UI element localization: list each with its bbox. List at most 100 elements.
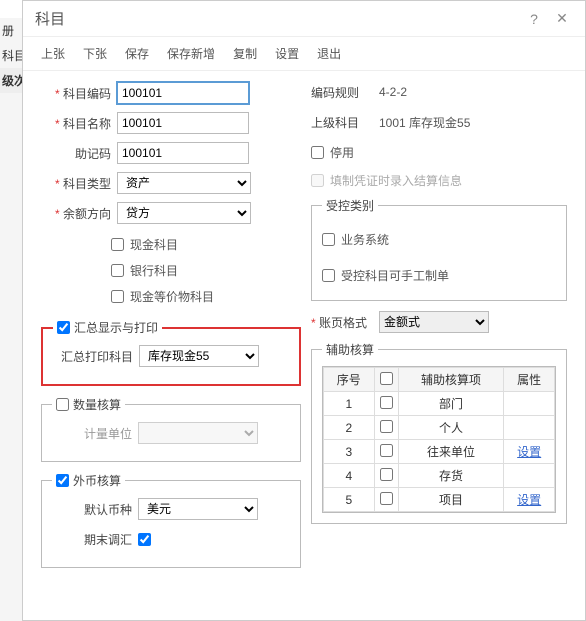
qty-group-label: 数量核算 (73, 396, 121, 413)
manual-checkbox[interactable] (322, 269, 335, 282)
qty-group: 数量核算 计量单位 (41, 396, 301, 462)
cell-seq: 1 (324, 392, 375, 416)
cell-seq: 2 (324, 416, 375, 440)
attr-link: 设置 (517, 493, 541, 507)
disable-row[interactable]: 停用 (311, 141, 567, 163)
bank-checkbox[interactable] (111, 264, 124, 277)
disable-checkbox[interactable] (311, 146, 324, 159)
summary-group-checkbox[interactable] (57, 321, 70, 334)
cash-equiv-checkbox[interactable] (111, 290, 124, 303)
name-label: 科目名称 (41, 115, 117, 132)
col-check-all[interactable] (380, 372, 393, 385)
biz-system-label: 业务系统 (341, 231, 389, 248)
biz-system-checkbox[interactable] (322, 233, 335, 246)
balance-label: 余额方向 (41, 205, 117, 222)
mnemonic-label: 助记码 (41, 145, 117, 162)
check-list: 现金科目 银行科目 现金等价物科目 (111, 231, 301, 309)
qty-group-checkbox[interactable] (56, 398, 69, 411)
fill-info-label: 填制凭证时录入结算信息 (330, 172, 462, 189)
unit-label: 计量单位 (52, 425, 138, 442)
cell-attr (504, 416, 555, 440)
table-row[interactable]: 2个人 (324, 416, 555, 440)
subject-dialog: 科目 ? ✕ 上张 下张 保存 保存新增 复制 设置 退出 科目编码 科目名称 … (22, 0, 586, 621)
row-checkbox[interactable] (380, 468, 393, 481)
balance-select[interactable]: 贷方 (117, 202, 251, 224)
page-format-label: 账页格式 (311, 314, 379, 331)
help-icon[interactable]: ? (523, 8, 545, 30)
row-checkbox[interactable] (380, 444, 393, 457)
copy-button[interactable]: 复制 (233, 45, 257, 62)
parent-label: 上级科目 (311, 114, 379, 131)
cash-checkbox[interactable] (111, 238, 124, 251)
close-icon[interactable]: ✕ (551, 8, 573, 30)
cell-seq: 5 (324, 488, 375, 512)
save-new-button[interactable]: 保存新增 (167, 45, 215, 62)
aux-group: 辅助核算 序号 辅助核算项 属性 1部门2个人3往来单位设置4存货5项目设置 (311, 341, 567, 524)
attr-link: 设置 (517, 445, 541, 459)
fill-info-row: 填制凭证时录入结算信息 (311, 169, 567, 191)
table-row[interactable]: 4 存货 (324, 464, 555, 488)
cash-equiv-check-row[interactable]: 现金等价物科目 (111, 283, 301, 309)
aux-group-label: 辅助核算 (322, 341, 378, 358)
fill-info-checkbox (311, 174, 324, 187)
row-checkbox[interactable] (380, 420, 393, 433)
default-currency-label: 默认币种 (52, 501, 138, 518)
exit-button[interactable]: 退出 (317, 45, 341, 62)
cell-item: 项目 (398, 488, 504, 512)
toolbar: 上张 下张 保存 保存新增 复制 设置 退出 (23, 37, 585, 71)
controlled-group-label: 受控类别 (322, 197, 378, 214)
cell-seq: 4 (324, 464, 375, 488)
left-column: 科目编码 科目名称 助记码 科目类型 资产 余额方向 贷方 现金科目 银行科 (41, 81, 301, 578)
manual-row[interactable]: 受控科目可手工制单 (322, 264, 556, 286)
next-button[interactable]: 下张 (83, 45, 107, 62)
col-item: 辅助核算项 (398, 368, 504, 392)
unit-select (138, 422, 258, 444)
fx-group: 外币核算 默认币种 美元 期末调汇 (41, 472, 301, 568)
end-adj-label: 期末调汇 (52, 531, 138, 548)
name-input[interactable] (117, 112, 249, 134)
dialog-title: 科目 (35, 8, 517, 29)
code-input[interactable] (117, 82, 249, 104)
cell-item: 存货 (398, 464, 504, 488)
fx-group-label: 外币核算 (73, 472, 121, 489)
code-label: 科目编码 (41, 85, 117, 102)
default-currency-select[interactable]: 美元 (138, 498, 258, 520)
end-adj-checkbox[interactable] (138, 533, 151, 546)
cell-attr (504, 392, 555, 416)
title-bar: 科目 ? ✕ (23, 1, 585, 37)
cash-check-row[interactable]: 现金科目 (111, 231, 301, 257)
col-attr: 属性 (504, 368, 555, 392)
right-column: 编码规则 4-2-2 上级科目 1001 库存现金55 停用 填制凭证时录入结算… (311, 81, 567, 578)
prev-button[interactable]: 上张 (41, 45, 65, 62)
settings-button[interactable]: 设置 (275, 45, 299, 62)
cell-seq: 3 (324, 440, 375, 464)
cell-item: 部门 (398, 392, 504, 416)
code-rule-value: 4-2-2 (379, 85, 407, 99)
cell-item: 往来单位 (398, 440, 504, 464)
bank-check-row[interactable]: 银行科目 (111, 257, 301, 283)
cell-attr (504, 464, 555, 488)
aux-table-wrap[interactable]: 序号 辅助核算项 属性 1部门2个人3往来单位设置4存货5项目设置 (322, 366, 556, 513)
mnemonic-input[interactable] (117, 142, 249, 164)
parent-value: 1001 库存现金55 (379, 114, 470, 131)
row-checkbox[interactable] (380, 396, 393, 409)
row-checkbox[interactable] (380, 492, 393, 505)
type-label: 科目类型 (41, 175, 117, 192)
fx-group-checkbox[interactable] (56, 474, 69, 487)
controlled-group: 受控类别 业务系统 受控科目可手工制单 (311, 197, 567, 301)
summary-print-select[interactable]: 库存现金55 (139, 345, 259, 367)
save-button[interactable]: 保存 (125, 45, 149, 62)
biz-system-row[interactable]: 业务系统 (322, 228, 556, 250)
summary-print-label: 汇总打印科目 (53, 348, 139, 365)
aux-table: 序号 辅助核算项 属性 1部门2个人3往来单位设置4存货5项目设置 (323, 367, 555, 512)
cell-attr[interactable]: 设置 (504, 488, 555, 512)
col-seq: 序号 (324, 368, 375, 392)
summary-group-label: 汇总显示与打印 (74, 319, 158, 336)
summary-group: 汇总显示与打印 汇总打印科目 库存现金55 (41, 319, 301, 386)
table-row[interactable]: 3 往来单位设置 (324, 440, 555, 464)
table-row[interactable]: 1 部门 (324, 392, 555, 416)
page-format-select[interactable]: 金额式 (379, 311, 489, 333)
type-select[interactable]: 资产 (117, 172, 251, 194)
table-row[interactable]: 5 项目设置 (324, 488, 555, 512)
cell-attr[interactable]: 设置 (504, 440, 555, 464)
